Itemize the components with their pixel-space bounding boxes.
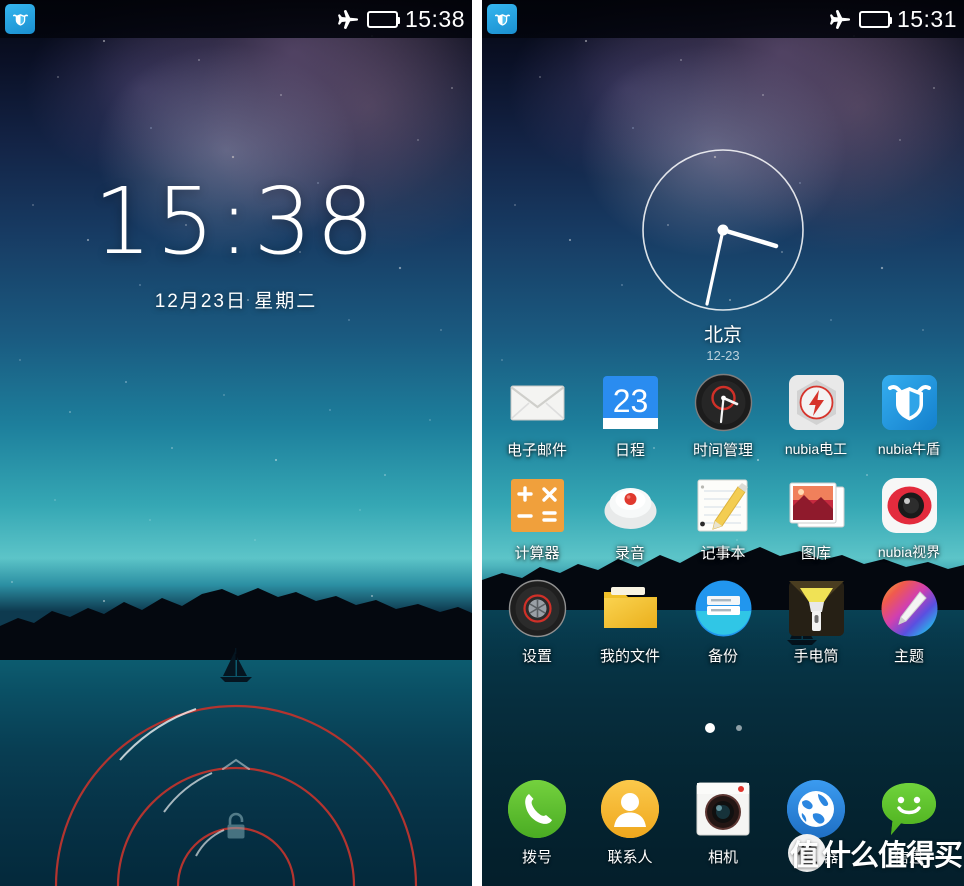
lockscreen-clock: 15:38 12月23日 星期二 [0,176,472,313]
nubia-shield-icon[interactable] [487,4,517,34]
app-row-3: 设置 我的文件 备份 手电筒 主题 [482,578,964,666]
browser-globe-icon [785,778,847,840]
app-label: 日程 [614,442,645,459]
app-backup[interactable]: 备份 [680,578,766,666]
time-management-icon [693,372,754,433]
watermark-text: 什么值得买 [821,840,963,872]
status-left-icons [0,4,35,34]
lock-closed-icon[interactable] [222,811,250,843]
phone-dialer-icon [506,778,568,840]
app-nubia-power[interactable]: nubia电工 [773,372,859,460]
gallery-icon [786,475,847,536]
app-gallery[interactable]: 图库 [773,475,859,563]
app-voice-recorder[interactable]: 录音 [587,475,673,563]
app-label: 录音 [614,545,645,562]
clock-widget-city: 北京 [703,325,742,346]
lockscreen-status-bar: 15:38 [0,0,472,38]
theme-icon [879,578,940,639]
analog-clock-face [642,149,804,311]
dock-label: 联系人 [607,849,653,866]
battery-full-icon [858,10,892,28]
nubia-vision-icon [879,475,940,536]
app-label: 图库 [800,545,831,562]
site-watermark: 值 值 什么值得买 [787,832,963,874]
app-label: 计算器 [514,545,560,562]
battery-full-icon [366,10,400,28]
calendar-icon: 23 [600,372,661,433]
nubia-shield-app-icon [879,372,940,433]
home-status-left-icons [482,4,517,34]
settings-icon [507,578,568,639]
lockscreen-time: 15:38 [93,168,379,275]
app-time-management[interactable]: 时间管理 [680,372,766,460]
page-dot-active[interactable] [704,723,715,733]
app-row-2: 计算器 录音 记事本 图库 nubia视界 [482,475,964,563]
email-icon [507,372,568,433]
nubia-shield-icon[interactable] [5,4,35,34]
app-nubia-vision[interactable]: nubia视界 [866,475,952,563]
flashlight-icon [786,578,847,639]
clock-widget-date: 12-23 [706,348,740,363]
app-label: nubia视界 [877,544,941,560]
app-notepad[interactable]: 记事本 [680,475,766,563]
home-status-bar-clock: 15:31 [896,5,957,32]
file-manager-icon [600,578,661,639]
dock-label: 拨号 [521,849,552,866]
app-label: 主题 [893,648,924,665]
camera-icon [692,778,754,840]
contacts-icon [599,778,661,840]
backup-icon [693,578,754,639]
app-theme[interactable]: 主题 [866,578,952,666]
app-label: 备份 [707,648,738,665]
dock-label: 相机 [707,849,738,866]
app-label: 电子邮件 [506,442,567,459]
app-email[interactable]: 电子邮件 [494,372,580,460]
home-screen-panel: 15:31 北京 12-23 电子邮件 23 日程 时间管理 nubia电工 n… [482,0,964,886]
lock-screen-panel: 15:38 15:38 12月23日 星期二 [0,0,472,886]
app-grid: 电子邮件 23 日程 时间管理 nubia电工 nubia牛盾 计算器 录音 记… [482,372,964,681]
status-right-icons: 15:38 [336,6,472,33]
notepad-icon [693,475,754,536]
app-settings[interactable]: 设置 [494,578,580,666]
page-dot-inactive[interactable] [735,725,742,731]
dock-camera[interactable]: 相机 [680,778,766,867]
nubia-power-icon [786,372,847,433]
dock-contacts[interactable]: 联系人 [587,778,673,867]
app-nubia-shield[interactable]: nubia牛盾 [866,372,952,460]
app-label: 设置 [521,648,552,665]
home-status-bar: 15:31 [482,0,964,38]
lockscreen-date: 12月23日 星期二 [154,291,318,312]
home-status-right-icons: 15:31 [828,6,964,33]
voice-recorder-icon [600,475,661,536]
messaging-icon [878,778,940,840]
analog-clock-widget[interactable]: 北京 12-23 [482,146,964,363]
airplane-mode-icon [338,9,358,29]
app-label: 记事本 [700,545,746,562]
dual-phone-screenshot: 15:38 15:38 12月23日 星期二 15:31 北京 12-23 电子… [0,0,964,886]
dock-phone[interactable]: 拨号 [494,778,580,867]
status-bar-clock: 15:38 [404,5,465,32]
page-indicator[interactable] [482,723,964,733]
app-calculator[interactable]: 计算器 [494,475,580,563]
watermark-prefix: 值 [789,840,819,872]
app-file-manager[interactable]: 我的文件 [587,578,673,666]
app-label: 时间管理 [692,442,753,459]
calendar-day-number: 23 [612,383,648,419]
app-row-1: 电子邮件 23 日程 时间管理 nubia电工 nubia牛盾 [482,372,964,460]
calculator-icon [507,475,568,536]
app-label: nubia电工 [784,441,848,457]
unlock-ripple-rings[interactable] [0,0,472,886]
app-label: 我的文件 [599,648,660,665]
app-calendar[interactable]: 23 日程 [587,372,673,460]
app-label: 手电筒 [793,648,839,665]
chevron-up-icon[interactable] [220,756,252,772]
app-flashlight[interactable]: 手电筒 [773,578,859,666]
app-label: nubia牛盾 [877,441,941,457]
airplane-mode-icon [830,9,850,29]
